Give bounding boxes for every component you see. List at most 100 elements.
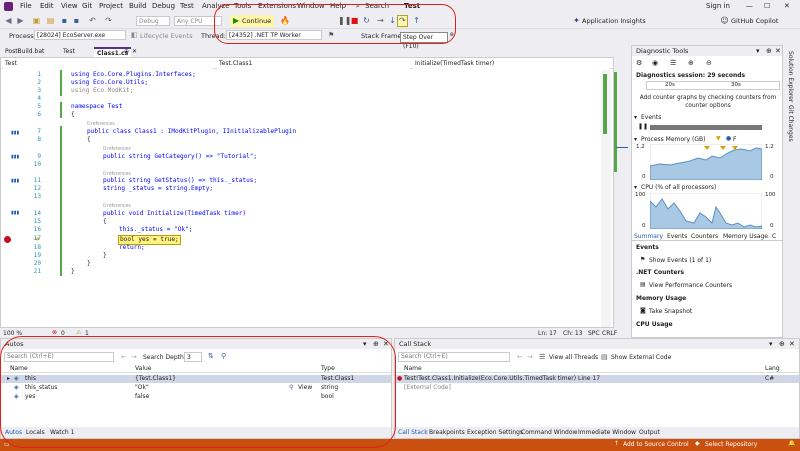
error-icon[interactable]: ⊗ (52, 329, 57, 336)
diag-pin-icon[interactable]: ⊕ (766, 47, 772, 55)
back-nav-icon[interactable]: ← (517, 353, 523, 361)
view-all-threads-button[interactable]: View all Threads (549, 354, 598, 361)
tick-30s: 30s (731, 82, 741, 88)
session-label: Diagnostics session: 29 seconds (636, 72, 746, 79)
solution-explorer-tab[interactable]: Solution Explorer (787, 51, 794, 102)
table-row[interactable]: [External Code] (395, 384, 799, 392)
memory-axis-top-right: 1.2 (765, 144, 774, 150)
select-tools-icon[interactable]: ☰ (670, 59, 676, 67)
threads-icon[interactable]: ☰ (539, 353, 545, 361)
tab-postbuild[interactable]: PostBuild.bat (2, 47, 47, 57)
tab-close-icon[interactable]: ✕ (132, 48, 137, 55)
col-lang[interactable]: Lang (765, 365, 780, 372)
app-insights-icon[interactable]: ✦ (572, 16, 581, 25)
callstack-options-icon[interactable]: ▾ (769, 340, 773, 348)
external-code-icon[interactable]: ▤ (601, 353, 608, 361)
diag-options-icon[interactable]: ▾ (756, 47, 760, 55)
nav-class-select[interactable]: Test.Class1 (217, 59, 409, 69)
call-stack-window: Call Stack ▾ ⊕ ✕ Search (Ctrl+E) ← → ☰ V… (394, 338, 800, 439)
diag-close-icon[interactable]: ✕ (775, 47, 781, 55)
lifecycle-events-icon[interactable]: ◧ (131, 31, 138, 39)
add-to-source-control[interactable]: Add to Source Control (623, 441, 689, 448)
splitter-handle[interactable] (614, 57, 631, 330)
new-item-icon[interactable]: ▣ (32, 16, 41, 25)
tab-test[interactable]: Test (60, 47, 78, 57)
tab-counters[interactable]: Counters (691, 233, 718, 240)
collapse-icon[interactable]: ▾ (634, 114, 637, 121)
callstack-search-input[interactable]: Search (Ctrl+E) (398, 352, 510, 362)
show-events-link[interactable]: Show Events (1 of 1) (649, 257, 711, 264)
maximize-icon[interactable]: ☐ (764, 2, 770, 10)
notifications-icon[interactable]: 🔔 (788, 440, 795, 447)
forward-icon[interactable]: ▶ (16, 16, 25, 25)
app-insights-label[interactable]: Application Insights (582, 17, 646, 25)
sign-in-link[interactable]: Sign in (706, 2, 730, 10)
callstack-pin-icon[interactable]: ⊕ (779, 340, 785, 348)
codelens-references[interactable]: 0 references (103, 203, 131, 210)
process-select[interactable]: [28024] EcoServer.exe (34, 30, 126, 40)
nav-project-select[interactable]: Test (3, 59, 213, 69)
table-row[interactable]: ● Test!Test.Class1.Initialize(Eco.Core.U… (395, 375, 799, 383)
undo-icon[interactable]: ↶ (88, 16, 97, 25)
tab-exception-settings[interactable]: Exception Settings (467, 427, 523, 438)
show-external-code-button[interactable]: Show External Code (611, 354, 671, 361)
editor-scrollbar[interactable] (601, 70, 611, 328)
minimize-icon[interactable]: — (746, 2, 753, 10)
copilot-icon[interactable]: ☺ (720, 16, 729, 25)
menu-test[interactable]: Test (180, 2, 194, 10)
collapse-icon[interactable]: ▾ (634, 136, 637, 143)
lifecycle-events-button[interactable]: Lifecycle Events (140, 32, 193, 40)
tab-output[interactable]: Output (639, 427, 660, 438)
code-editor[interactable]: Test Test.Class1 Initialize(TimedTask ti… (0, 57, 614, 330)
codelens-references[interactable]: 0 references (87, 121, 115, 128)
memory-axis-bottom-left: 0 (642, 174, 646, 180)
select-repository[interactable]: Select Repository (705, 441, 757, 448)
code-text: this._status = "Ok"; (119, 226, 193, 233)
tab-breakpoints[interactable]: Breakpoints (429, 427, 465, 438)
green-marker (614, 72, 617, 172)
callstack-close-icon[interactable]: ✕ (789, 340, 795, 348)
zoom-out-icon[interactable]: ⊖ (706, 59, 712, 67)
events-pause-icon[interactable]: ❚❚ (638, 123, 648, 130)
forward-nav-icon[interactable]: → (527, 353, 533, 361)
tab-events[interactable]: Events (667, 233, 687, 240)
col-name[interactable]: Name (404, 365, 422, 372)
back-icon[interactable]: ◀ (4, 16, 13, 25)
tab-cpu[interactable]: C (772, 233, 776, 240)
collapse-icon[interactable]: ▾ (634, 184, 637, 191)
take-snapshot-button[interactable]: Take Snapshot (649, 308, 692, 315)
tab-immediate-window[interactable]: Immediate Window (578, 427, 636, 438)
redo-icon[interactable]: ↷ (104, 16, 113, 25)
open-icon[interactable]: ▤ (46, 16, 55, 25)
code-text: public string GetStatus() => this._statu… (103, 177, 258, 184)
close-icon[interactable]: ✕ (784, 2, 790, 10)
menu-debug[interactable]: Debug (152, 2, 175, 10)
tab-summary[interactable]: Summary (634, 233, 663, 240)
git-changes-tab[interactable]: Git Changes (787, 105, 794, 142)
copilot-label[interactable]: GitHub Copilot (731, 17, 778, 25)
menu-edit[interactable]: Edit (40, 2, 54, 10)
pin-icon[interactable]: ⊕ (124, 48, 129, 55)
nav-member-select[interactable]: Initialize(TimedTask timer) (413, 59, 609, 69)
save-all-icon[interactable]: ▪ (72, 16, 81, 25)
config-select[interactable]: Debug (136, 16, 170, 26)
tab-memory-usage[interactable]: Memory Usage (723, 233, 768, 240)
zoom-in-icon[interactable]: ⊕ (688, 59, 694, 67)
menu-build[interactable]: Build (129, 2, 147, 10)
menu-view[interactable]: View (61, 2, 78, 10)
whitespace-mode[interactable]: SPC (588, 330, 600, 337)
view-perf-counters-link[interactable]: View Performance Counters (649, 282, 732, 289)
tab-command-window[interactable]: Command Window (521, 427, 577, 438)
warning-icon[interactable]: ⚠ (76, 329, 81, 336)
record-icon[interactable]: ◉ (652, 59, 658, 67)
menu-file[interactable]: File (20, 2, 32, 10)
settings-icon[interactable]: ⚙ (636, 59, 642, 67)
vs-logo-icon[interactable] (4, 2, 13, 11)
codelens-references[interactable]: 0 references (103, 146, 131, 153)
menu-git[interactable]: Git (82, 2, 92, 10)
line-ending[interactable]: CRLF (602, 330, 617, 337)
menu-project[interactable]: Project (99, 2, 123, 10)
save-icon[interactable]: ▪ (60, 16, 69, 25)
tab-call-stack[interactable]: Call Stack (398, 427, 428, 438)
line-number: 7 (37, 128, 41, 135)
